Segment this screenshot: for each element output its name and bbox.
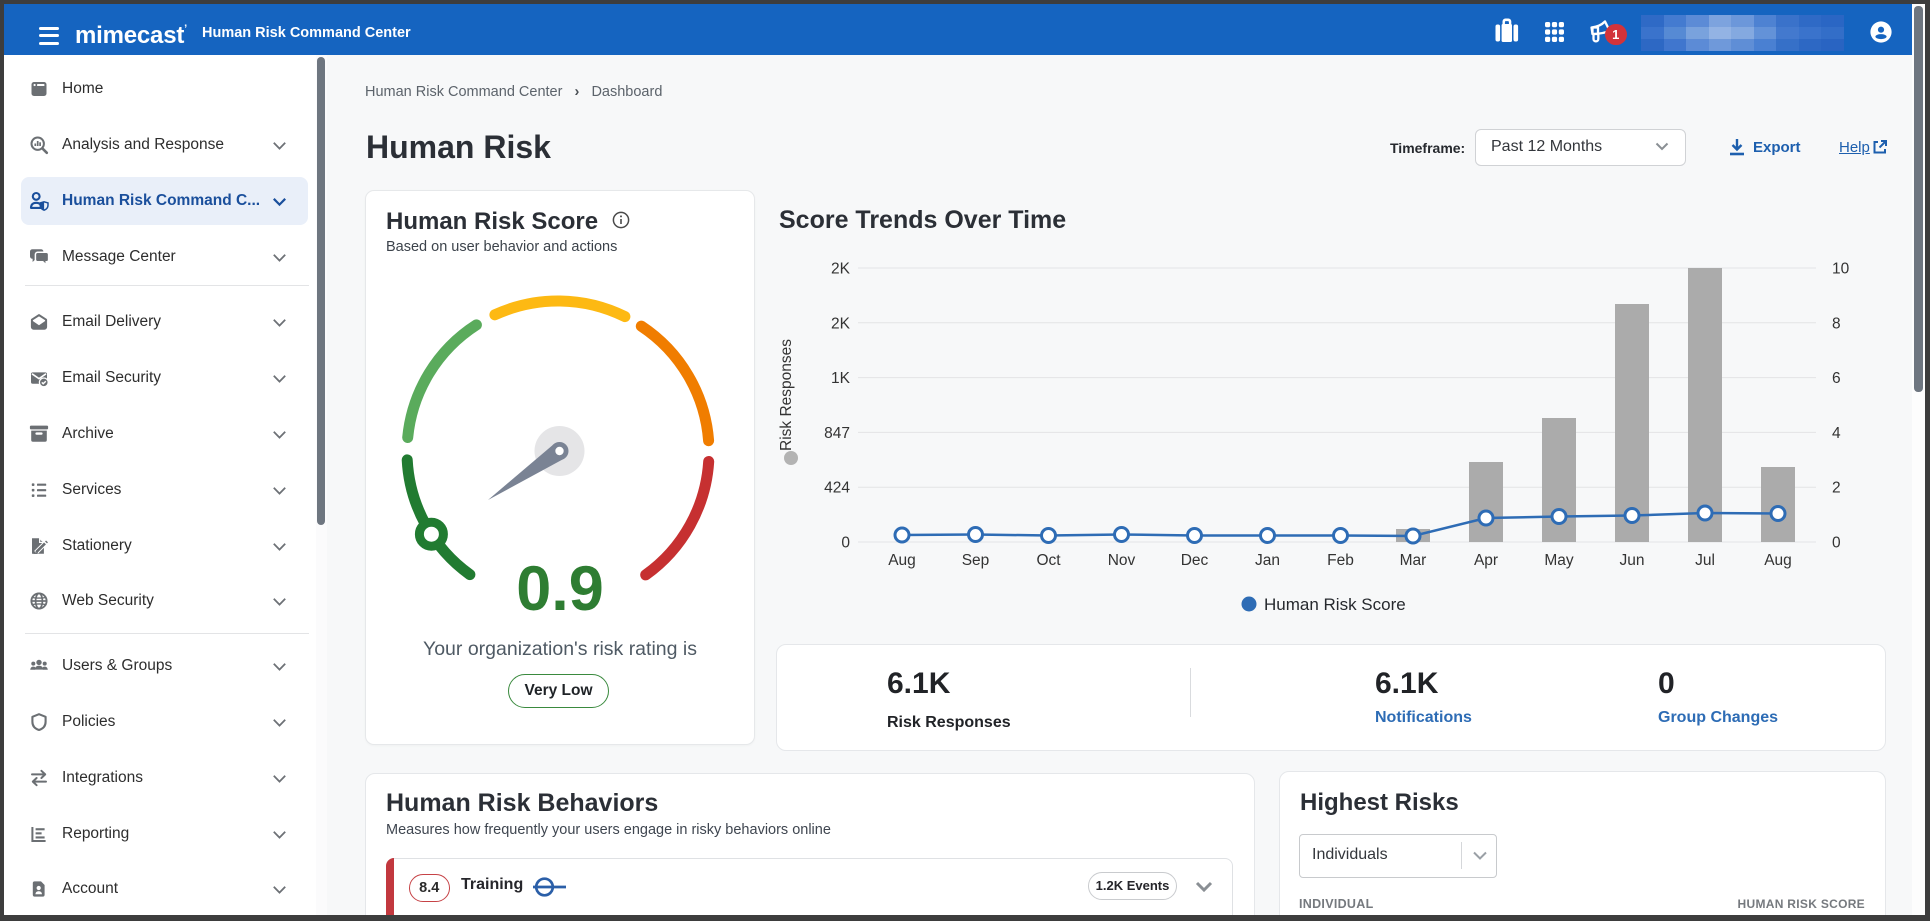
svg-text:8: 8: [1832, 315, 1841, 332]
svg-text:Sep: Sep: [962, 552, 990, 569]
svg-text:Dec: Dec: [1181, 552, 1209, 569]
svg-text:0: 0: [841, 535, 850, 552]
svg-text:Feb: Feb: [1327, 552, 1354, 569]
svg-text:Oct: Oct: [1036, 552, 1061, 569]
svg-text:Nov: Nov: [1108, 552, 1136, 569]
svg-text:Aug: Aug: [1764, 552, 1792, 569]
svg-text:0: 0: [1832, 535, 1841, 552]
svg-text:May: May: [1544, 552, 1574, 569]
svg-text:Human Risk Score: Human Risk Score: [1264, 595, 1406, 614]
svg-text:Jan: Jan: [1255, 552, 1280, 569]
svg-text:2K: 2K: [831, 261, 851, 278]
svg-text:2K: 2K: [831, 315, 851, 332]
svg-text:1K: 1K: [831, 370, 851, 387]
svg-text:847: 847: [824, 425, 850, 442]
svg-text:6: 6: [1832, 370, 1841, 387]
svg-text:Jul: Jul: [1695, 552, 1715, 569]
svg-text:10: 10: [1832, 261, 1850, 278]
svg-text:Mar: Mar: [1400, 552, 1427, 569]
svg-text:Jun: Jun: [1620, 552, 1645, 569]
svg-text:Apr: Apr: [1474, 552, 1498, 569]
svg-text:424: 424: [824, 480, 850, 497]
svg-text:4: 4: [1832, 425, 1841, 442]
svg-text:Risk Responses: Risk Responses: [778, 339, 795, 451]
svg-text:2: 2: [1832, 480, 1841, 497]
svg-text:Aug: Aug: [888, 552, 916, 569]
